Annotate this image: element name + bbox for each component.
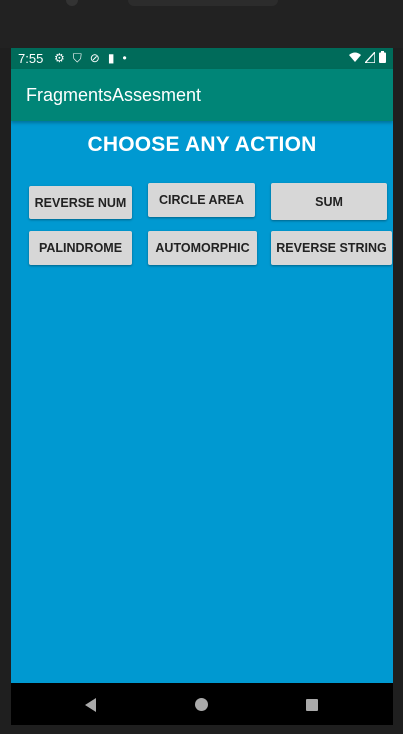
- circle-area-button[interactable]: CIRCLE AREA: [148, 183, 255, 217]
- palindrome-button[interactable]: PALINDROME: [29, 231, 132, 265]
- recents-icon[interactable]: [306, 699, 318, 711]
- status-icons: ⚙ ⛉ ⊘ ▮ •: [54, 50, 127, 66]
- app-bar: FragmentsAssesment: [11, 69, 393, 121]
- speaker-grille: [128, 0, 278, 6]
- camera-icon: [66, 0, 78, 6]
- wifi-icon: [349, 52, 361, 62]
- sum-button[interactable]: SUM: [271, 183, 387, 220]
- status-bar: 7:55 ⚙ ⛉ ⊘ ▮ •: [11, 48, 393, 69]
- automorphic-button[interactable]: AUTOMORPHIC: [148, 231, 257, 265]
- navigation-bar: [11, 683, 393, 725]
- sd-card-icon: ▮: [107, 51, 115, 65]
- device-bezel: [0, 0, 403, 48]
- page-heading: CHOOSE ANY ACTION: [87, 133, 317, 156]
- signal-icon: [365, 51, 375, 63]
- reverse-num-button[interactable]: REVERSE NUM: [29, 186, 132, 219]
- app-title: FragmentsAssesment: [26, 85, 202, 105]
- battery-icon: [379, 51, 386, 63]
- reverse-string-button[interactable]: REVERSE STRING: [271, 231, 392, 265]
- shield-icon: ⛉: [72, 51, 82, 65]
- status-right-icons: [349, 51, 386, 63]
- back-icon[interactable]: [85, 698, 96, 712]
- device-screen: 7:55 ⚙ ⛉ ⊘ ▮ • FragmentsAssesment CHOOSE…: [11, 48, 393, 725]
- settings-icon: ⚙: [54, 51, 65, 65]
- blocked-icon: ⊘: [89, 51, 100, 65]
- home-icon[interactable]: [195, 698, 208, 711]
- dot-icon: •: [122, 51, 127, 65]
- status-time: 7:55: [18, 51, 44, 66]
